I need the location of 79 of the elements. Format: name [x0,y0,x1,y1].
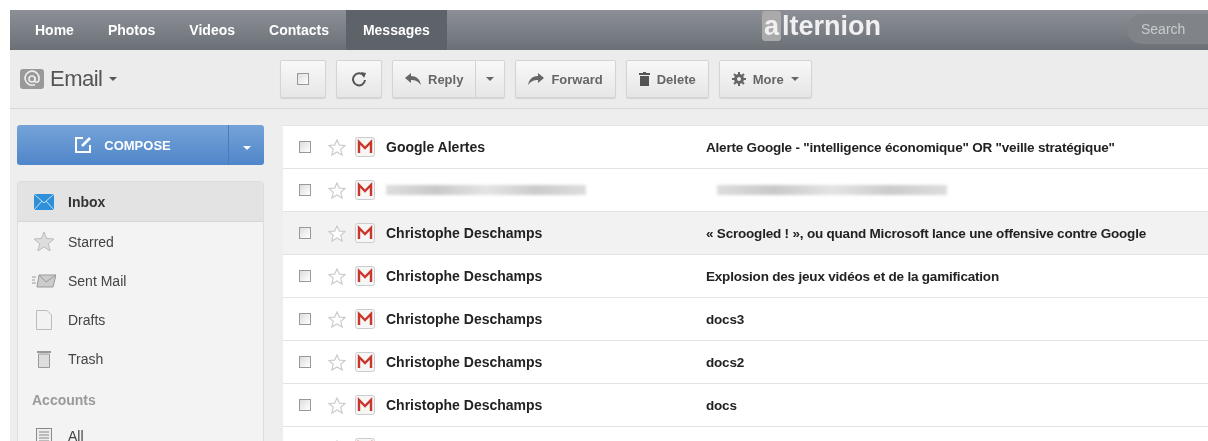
mail-m-icon [355,223,375,243]
checkbox[interactable] [299,399,311,411]
checkbox[interactable] [299,227,311,239]
message-row[interactable]: Google Alertes Alerte Google - "intelligence économique" OR "veille stratégique" [283,126,1208,169]
sender-name: Christophe Deschamps [386,354,544,370]
reply-button[interactable]: Reply [392,60,477,98]
nav-tab[interactable]: Videos [172,10,252,50]
email-dropdown[interactable]: Email [50,66,117,92]
mail-m-icon [355,180,375,200]
sender-name: Christophe Deschamps [386,268,544,284]
star-icon[interactable] [328,353,346,371]
star-icon[interactable] [328,267,346,285]
nav-tab[interactable]: Contacts [252,10,346,50]
mail-m-icon [355,137,375,157]
message-row[interactable]: Christophe Deschamps Explosion des jeux vidéos et de la gamification [283,255,1208,298]
folder-label: Starred [68,233,114,250]
search-field[interactable]: Search [1127,14,1208,44]
checkbox[interactable] [299,356,311,368]
subject-text: docs2 [706,354,745,370]
star-icon [32,232,56,251]
checkbox[interactable] [299,141,311,153]
sent-mail-icon [32,273,56,288]
nav-tab[interactable]: Photos [90,10,173,50]
sender-name: Christophe Deschamps [386,311,544,327]
folder-label: Drafts [68,311,106,328]
star-icon[interactable] [328,138,346,156]
message-row[interactable]: Christophe Deschamps « Scroogled ! », ou quand Microsoft lance une offensive contre Google [283,212,1208,255]
subject-text: docs [706,397,737,413]
trash-icon [638,72,650,86]
folder-item[interactable]: Sent Mail [18,261,263,300]
logo: alternion [762,10,882,42]
folder-label: Trash [68,350,104,367]
mail-m-icon [355,266,375,286]
nav-tab[interactable]: Messages [345,10,447,50]
account-item[interactable]: All [18,416,263,441]
message-row[interactable]: Christophe Deschamps docs [283,384,1208,427]
folder-label: Inbox [68,193,106,210]
compose-options-button[interactable] [228,125,264,165]
folder-item[interactable]: Trash [18,339,263,378]
forward-button[interactable]: Forward [515,60,616,98]
envelope-icon [32,193,56,210]
settings-icon [731,72,746,86]
folder-item[interactable]: Starred [18,222,263,261]
at-sign-icon [20,69,44,89]
star-icon[interactable] [328,396,346,414]
compose-icon [74,136,93,154]
sender-name: Christophe Deschamps [386,225,544,241]
refresh-button[interactable] [336,60,382,98]
checkbox[interactable] [299,313,311,325]
mail-m-icon [355,352,375,372]
select-all-button[interactable] [280,60,326,98]
forward-arrow-icon [528,73,545,85]
subject-text: Alerte Google - "intelligence économique" OR "veille stratégique" [706,139,1115,155]
more-menu-button[interactable]: More [718,60,812,98]
star-icon[interactable] [328,181,346,199]
star-icon[interactable] [328,310,346,328]
checkbox[interactable] [299,270,311,282]
refresh-icon [351,71,367,87]
reply-options-button[interactable] [476,60,506,98]
checkbox[interactable] [297,73,309,85]
folder-item[interactable]: Inbox [18,182,263,222]
subject-text: Explosion des jeux vidéos et de la gamification [706,268,999,284]
reply-arrow-icon [405,73,421,85]
delete-button[interactable]: Delete [625,60,709,98]
subject-text: docs3 [706,311,745,327]
mail-m-icon [355,309,375,329]
sender-name: Google Alertes [386,139,487,155]
mail-m-icon [355,395,375,415]
message-row[interactable]: Christophe Deschamps docs3 [283,298,1208,341]
account-label: All [68,427,84,441]
nav-tab[interactable]: Home [18,10,91,50]
subject-text: « Scroogled ! », ou quand Microsoft lance une offensive contre Google [706,225,1146,241]
section-heading: Accounts [31,391,97,410]
star-icon[interactable] [328,224,346,242]
folder-item[interactable]: Drafts [18,300,263,339]
checkbox[interactable] [299,184,311,196]
folder-label: Sent Mail [68,272,127,289]
message-row[interactable]: Christophe Deschamps docs2 [283,341,1208,384]
sender-name: Christophe Deschamps [386,397,544,413]
